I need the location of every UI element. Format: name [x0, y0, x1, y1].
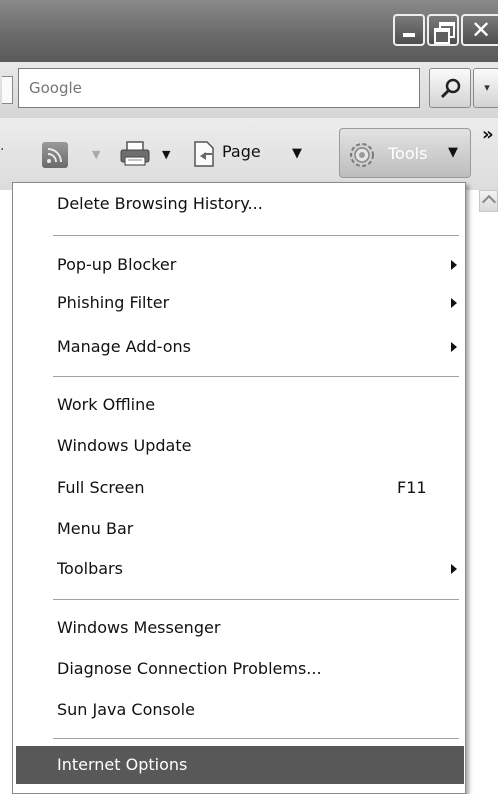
menu-item-toolbars[interactable]: Toolbars — [13, 550, 465, 588]
submenu-arrow-icon — [451, 564, 457, 574]
print-dropdown-arrow[interactable]: ▼ — [162, 148, 170, 161]
restore-button[interactable] — [427, 14, 459, 46]
tools-dropdown-menu: Delete Browsing History... Pop-up Blocke… — [12, 182, 466, 794]
shortcut-label: F11 — [397, 478, 427, 497]
menu-separator — [53, 376, 459, 378]
menu-item-label: Toolbars — [57, 559, 123, 578]
window-title-bar: ✕ — [0, 0, 498, 62]
close-icon: ✕ — [470, 16, 492, 44]
magnifier-icon — [440, 78, 461, 99]
menu-item-windows-messenger[interactable]: Windows Messenger — [13, 609, 465, 647]
feeds-dropdown-arrow[interactable]: ▼ — [92, 148, 100, 161]
menu-separator — [53, 599, 459, 601]
scrollbar-up-arrow[interactable] — [479, 190, 498, 212]
menu-item-label: Delete Browsing History... — [57, 194, 263, 213]
submenu-arrow-icon — [451, 260, 457, 270]
menu-item-label: Work Offline — [57, 395, 156, 414]
menu-item-internet-options[interactable]: Internet Options — [16, 746, 464, 784]
close-button[interactable]: ✕ — [461, 14, 498, 46]
gear-icon — [350, 143, 374, 167]
menu-item-label: Pop-up Blocker — [57, 255, 177, 274]
menu-item-manage-addons[interactable]: Manage Add-ons — [13, 328, 465, 366]
toolbar-separator: · — [0, 142, 5, 158]
search-button[interactable] — [429, 68, 471, 108]
minimize-icon — [395, 16, 423, 44]
menu-item-label: Windows Update — [57, 436, 192, 455]
menu-item-label: Manage Add-ons — [57, 337, 191, 356]
menu-item-label: Full Screen — [57, 478, 145, 497]
printer-icon — [120, 141, 150, 166]
print-button[interactable] — [118, 140, 152, 172]
menu-item-label: Internet Options — [57, 755, 188, 774]
menu-item-delete-browsing-history[interactable]: Delete Browsing History... — [13, 185, 465, 223]
tools-dropdown-arrow: ▼ — [448, 145, 458, 160]
menu-item-label: Menu Bar — [57, 519, 134, 538]
menu-item-popup-blocker[interactable]: Pop-up Blocker — [13, 246, 465, 284]
restore-icon — [429, 16, 457, 44]
menu-item-work-offline[interactable]: Work Offline — [13, 386, 465, 424]
feeds-button[interactable] — [42, 142, 68, 168]
feeds-icon — [47, 148, 62, 163]
menu-item-phishing-filter[interactable]: Phishing Filter — [13, 284, 465, 322]
menu-item-label: Sun Java Console — [57, 700, 195, 719]
submenu-arrow-icon — [451, 342, 457, 352]
address-bar-edge[interactable] — [2, 76, 13, 104]
page-icon — [194, 141, 214, 167]
search-options-dropdown[interactable]: ▾ — [473, 68, 498, 108]
menu-item-menu-bar[interactable]: Menu Bar — [13, 510, 465, 548]
menu-item-sun-java-console[interactable]: Sun Java Console — [13, 691, 465, 729]
page-icon-wrap[interactable] — [192, 140, 218, 172]
minimize-button[interactable] — [393, 14, 425, 46]
menu-item-label: Phishing Filter — [57, 293, 170, 312]
menu-separator — [53, 235, 459, 237]
page-menu-button[interactable]: Page — [222, 142, 261, 161]
page-content-area — [463, 190, 498, 794]
menu-item-windows-update[interactable]: Windows Update — [13, 427, 465, 465]
submenu-arrow-icon — [451, 298, 457, 308]
search-input[interactable] — [18, 68, 420, 108]
menu-item-label: Diagnose Connection Problems... — [57, 659, 322, 678]
tools-menu-button[interactable]: Tools ▼ — [339, 128, 471, 178]
menu-item-full-screen[interactable]: Full Screen F11 — [13, 469, 465, 507]
page-dropdown-arrow[interactable]: ▼ — [292, 146, 302, 161]
command-bar: · ▼ ▼ Page ▼ Tools ▼ » — [0, 118, 498, 190]
menu-item-diagnose-connection[interactable]: Diagnose Connection Problems... — [13, 650, 465, 688]
tools-label: Tools — [388, 144, 428, 163]
search-bar-row: ▾ — [0, 62, 498, 119]
menu-separator — [53, 738, 459, 740]
menu-item-label: Windows Messenger — [57, 618, 221, 637]
more-commands-chevron[interactable]: » — [482, 124, 494, 145]
